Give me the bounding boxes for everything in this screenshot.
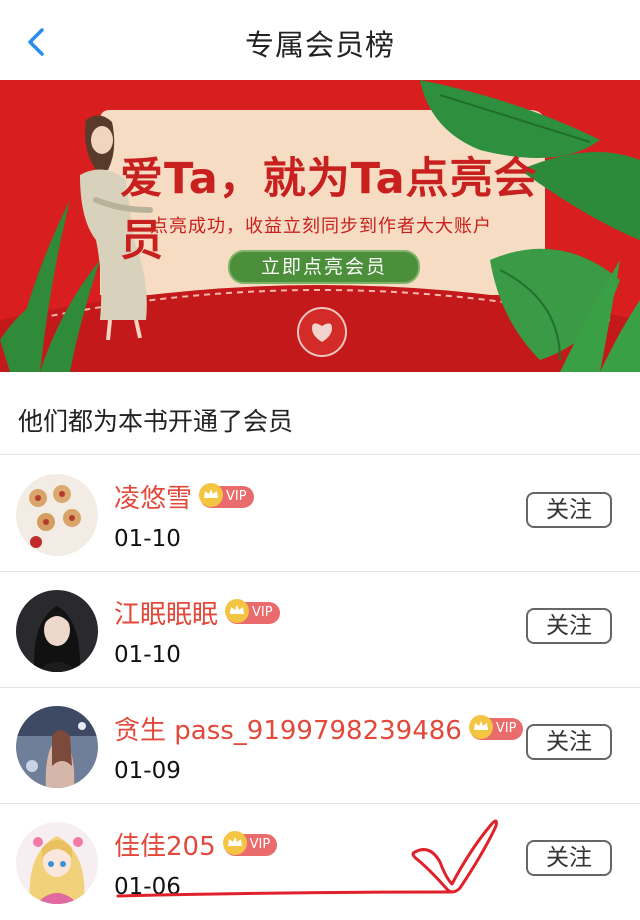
member-name[interactable]: 佳佳205 VIP xyxy=(114,826,278,863)
vip-badge: VIP xyxy=(225,598,280,624)
crown-icon xyxy=(468,714,493,739)
member-name[interactable]: 贪生 pass_9199798239486 VIP xyxy=(114,710,524,747)
member-row[interactable]: 贪生 pass_9199798239486 VIP 01-09 关注 xyxy=(0,688,640,804)
vip-badge: VIP xyxy=(222,830,278,856)
page-title: 专属会员榜 xyxy=(244,28,395,62)
follow-button[interactable]: 关注 xyxy=(526,492,612,528)
vip-badge: VIP xyxy=(468,714,524,740)
crown-icon xyxy=(225,598,250,623)
crown-icon xyxy=(222,830,247,855)
follow-button[interactable]: 关注 xyxy=(526,724,612,760)
banner-subtitle: 点亮成功，收益立刻同步到作者大大账户 xyxy=(150,216,492,237)
member-row[interactable]: 佳佳205 VIP 01-06 关注 xyxy=(0,804,640,920)
join-date: 01-10 xyxy=(114,526,181,552)
join-date: 01-09 xyxy=(114,758,181,784)
join-date: 01-06 xyxy=(114,874,181,900)
anime-girl-avatar-icon[interactable] xyxy=(16,822,98,904)
cookies-avatar-icon[interactable] xyxy=(16,474,98,556)
divider xyxy=(0,454,640,455)
member-row[interactable]: 凌悠雪 VIP 01-10 关注 xyxy=(0,456,640,572)
promo-banner[interactable]: 爱Ta，就为Ta点亮会员 点亮成功，收益立刻同步到作者大大账户 立即点亮会员 xyxy=(0,80,640,372)
girl-photo-avatar-icon[interactable] xyxy=(16,590,98,672)
follow-button[interactable]: 关注 xyxy=(526,608,612,644)
join-date: 01-10 xyxy=(114,642,181,668)
member-row[interactable]: 江眠眠眠 VIP 01-10 关注 xyxy=(0,572,640,688)
nav-bar: 专属会员榜 xyxy=(0,0,640,85)
follow-button[interactable]: 关注 xyxy=(526,840,612,876)
member-name[interactable]: 凌悠雪 VIP xyxy=(114,478,254,515)
light-up-membership-button[interactable]: 立即点亮会员 xyxy=(228,250,420,284)
section-title: 他们都为本书开通了会员 xyxy=(18,407,294,436)
vip-badge: VIP xyxy=(199,482,254,508)
member-name[interactable]: 江眠眠眠 VIP xyxy=(114,594,280,631)
crown-icon xyxy=(199,482,224,507)
illustration-avatar-icon[interactable] xyxy=(16,706,98,788)
